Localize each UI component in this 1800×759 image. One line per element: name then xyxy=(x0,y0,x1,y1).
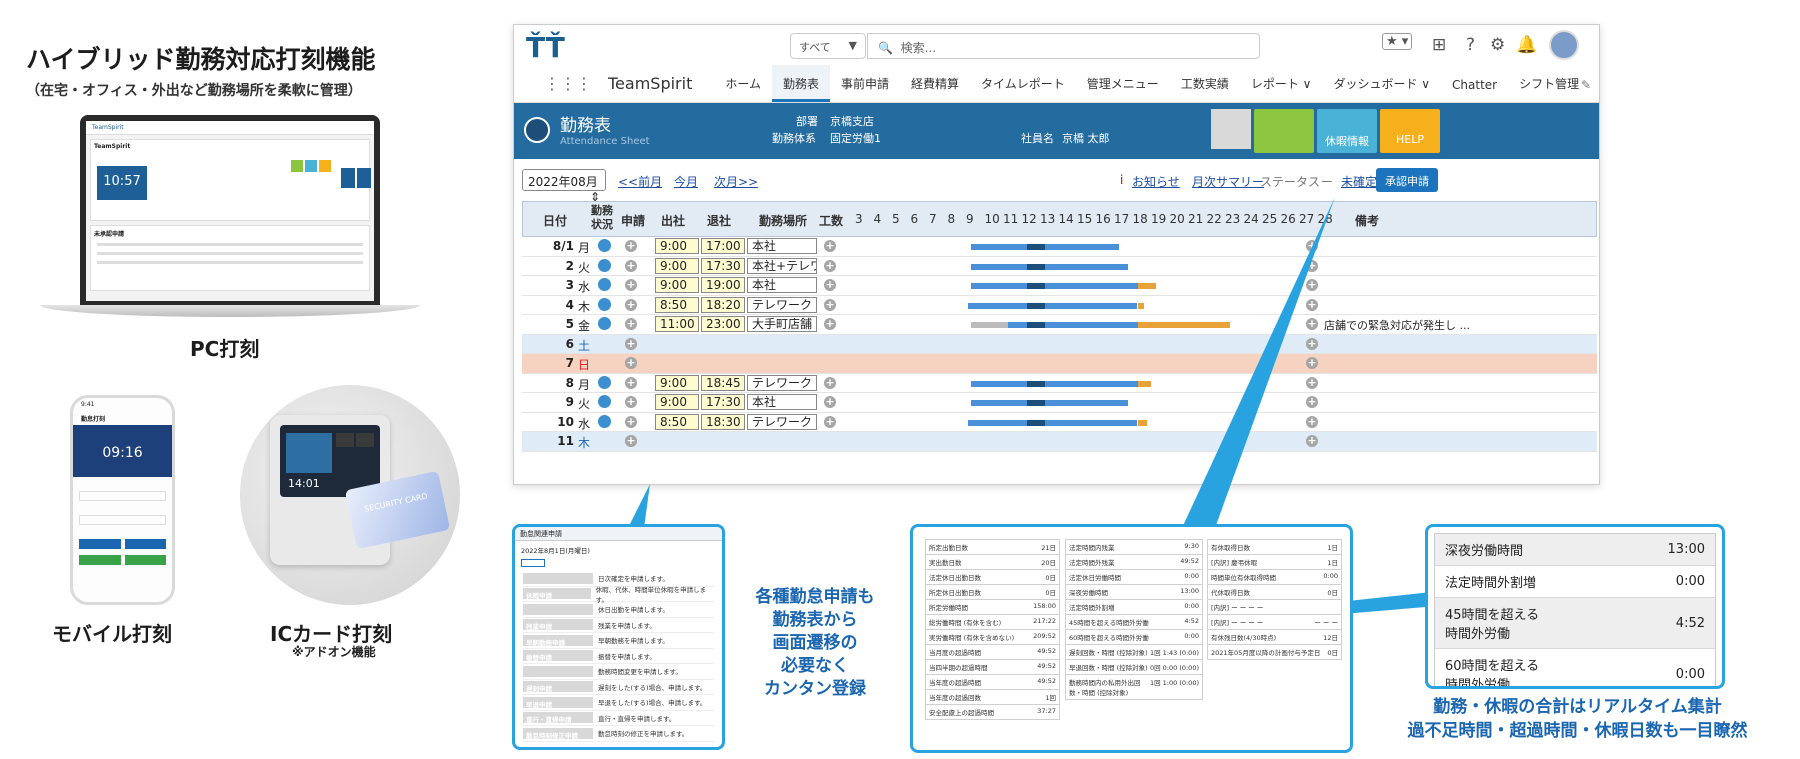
summary-row: 代休取得日数 0日 xyxy=(1207,585,1342,600)
request-item[interactable]: 残業申請 残業を申請します。 xyxy=(523,618,714,633)
summary-row: 法定休日労働時間 0:00 xyxy=(1065,570,1203,585)
request-panel: 勤怠関連申請 2022年8月1日(月曜日) 日次確定を申請します。 休暇申請 休暇、… xyxy=(512,524,725,750)
summary-row: 早退回数・時間 (控除対象) 0回 0:00 (0:00) xyxy=(1065,660,1203,675)
request-item[interactable]: 遅刻申請 遅刻をした(する)場合、申請します。 xyxy=(523,680,714,695)
summary-row: 当年度の超過時間 49:52 xyxy=(925,675,1060,690)
summary-row: [内訳] ー ー ー ーー ー ー xyxy=(1207,615,1342,630)
summary-popup: 深夜労働時間 13:00 法定時間外割増 0:00 45時間を超える 時間外労働 4:52… xyxy=(1425,524,1725,689)
summary-row: 60時間を超える時間外労働 0:00 xyxy=(1065,630,1203,645)
request-item[interactable]: 休暇申請 休暇、代休、時間単位休暇を申請します。 xyxy=(523,586,714,604)
summary-row: 所定出勤日数 21日 xyxy=(925,539,1060,555)
summary-row: 法定休日出勤日数 0日 xyxy=(925,570,1060,585)
summary-row: [内訳] 慶弔休暇 1日 xyxy=(1207,555,1342,570)
request-item[interactable]: 勤務時間変更を申請します。 xyxy=(523,664,714,680)
summary-row: 当年度の超過回数 1回 xyxy=(925,690,1060,705)
summary-row: 当四半期の超過時間 49:52 xyxy=(925,660,1060,675)
popup-row: 法定時間外割増 0:00 xyxy=(1435,566,1715,598)
summary-row: 有休残日数(4/30時点) 12日 xyxy=(1207,630,1342,645)
summary-row: 深夜労働時間 13:00 xyxy=(1065,585,1203,600)
summary-row: 法定時間外残業 49:52 xyxy=(1065,555,1203,570)
summary-row: 当月度の超過時間 49:52 xyxy=(925,645,1060,660)
caption-right: 勤務・休暇の合計はリアルタイム集計 過不足時間・超過時間・休暇日数も一目瞭然 xyxy=(1407,697,1748,741)
request-tab[interactable] xyxy=(521,559,545,567)
summary-row: 2021年05月度以降の計画付与予定日 0日 xyxy=(1207,645,1342,660)
summary-row: 45時間を超える時間外労働 4:52 xyxy=(1065,615,1203,630)
request-panel-date: 2022年8月1日(月曜日) xyxy=(521,547,590,555)
summary-row: 法定時間内残業 9:30 xyxy=(1065,539,1203,555)
popup-row: 深夜労働時間 13:00 xyxy=(1435,534,1715,566)
request-item[interactable]: 直行・直帰申請 直行・直帰を申請します。 xyxy=(523,711,714,726)
popup-row: 60時間を超える 時間外労働 0:00 xyxy=(1435,649,1715,686)
summary-row: 遅刻回数・時間 (控除対象) 1回 1:43 (0:00) xyxy=(1065,645,1203,660)
caption-middle: 各種勤怠申請も 勤務表から 画面遷移の 必要なく カンタン登録 xyxy=(755,587,875,699)
summary-row: 勤務時間内の私用外出回数・時間 (控除対象) 1回 1:00 (0:00) xyxy=(1065,675,1203,700)
popup-row: 45時間を超える 時間外労働 4:52 xyxy=(1435,598,1715,649)
summary-row: 実労働時間 (有休を含めない) 209:52 xyxy=(925,630,1060,645)
request-item[interactable]: 早朝勤務申請 早朝勤務を申請します。 xyxy=(523,633,714,649)
summary-row: 安全配慮上の超過時間 37:27 xyxy=(925,705,1060,720)
summary-row: 法定時間外割増 0:00 xyxy=(1065,600,1203,615)
summary-row: 所定休日出勤日数 0日 xyxy=(925,585,1060,600)
request-item[interactable]: 休日出勤を申請します。 xyxy=(523,602,714,618)
monthly-summary-panel: 所定出勤日数 21日 実出勤日数 20日 法定休日出勤日数 0日 所定休日出勤日数 0日 所定労… xyxy=(910,524,1353,753)
summary-row: 総労働時間 (有休を含む) 217:22 xyxy=(925,615,1060,630)
request-item[interactable]: 早退申請 早退をした(する)場合、申請します。 xyxy=(523,695,714,711)
request-item[interactable]: 振替申請 振替を申請します。 xyxy=(523,649,714,664)
summary-row: 実出勤日数 20日 xyxy=(925,555,1060,570)
request-item[interactable]: 勤怠時刻修正申請 勤怠時刻の修正を申請します。 xyxy=(523,726,714,742)
summary-row: [内訳] ー ー ー ー xyxy=(1207,600,1342,615)
summary-row: 所定労働時間 158:00 xyxy=(925,600,1060,615)
summary-row: 時間単位有休取得時間 0:00 xyxy=(1207,570,1342,585)
request-panel-title: 勤怠関連申請 xyxy=(515,527,722,541)
summary-row: 有休取得日数 1日 xyxy=(1207,539,1342,555)
